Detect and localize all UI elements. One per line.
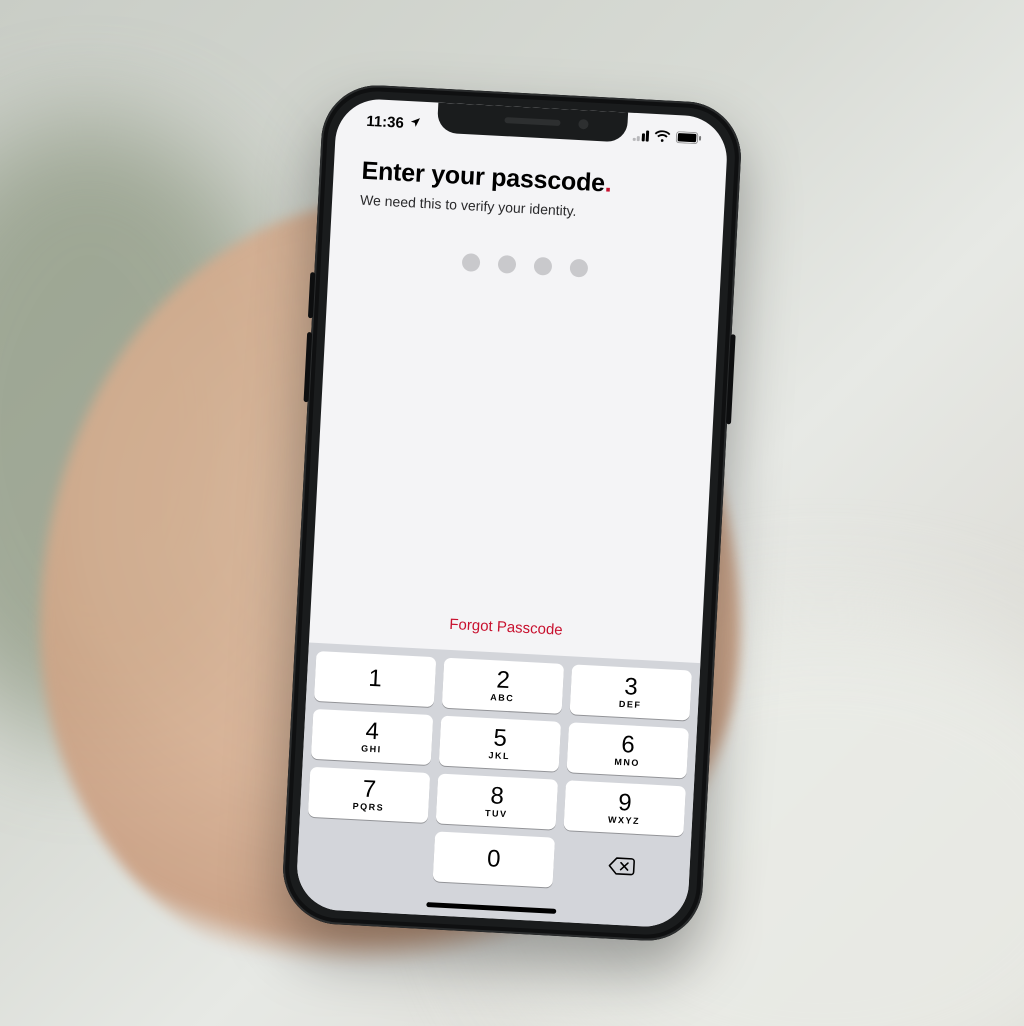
keypad-key-1[interactable]: 1 [314, 651, 436, 707]
key-letters: TUV [485, 809, 508, 819]
key-digit: 2 [496, 668, 511, 693]
key-letters: JKL [488, 751, 510, 761]
location-arrow-icon [408, 116, 421, 132]
keypad-key-2[interactable]: 2 ABC [442, 658, 564, 714]
key-digit: 8 [490, 784, 505, 809]
volume-up-button [308, 272, 315, 318]
keypad-key-3[interactable]: 3 DEF [570, 664, 692, 720]
key-digit: 4 [365, 720, 380, 745]
keypad-key-8[interactable]: 8 TUV [436, 773, 558, 829]
phone-frame: 11:36 [280, 83, 743, 944]
power-button [726, 334, 736, 424]
battery-full-icon [676, 131, 703, 144]
key-letters: GHI [361, 744, 382, 754]
title-period: . [604, 169, 612, 197]
key-letters: MNO [614, 758, 640, 768]
keypad-key-4[interactable]: 4 GHI [311, 709, 433, 765]
key-letters: WXYZ [608, 815, 640, 826]
keypad-key-7[interactable]: 7 PQRS [308, 767, 430, 823]
passcode-dots [357, 248, 693, 284]
keypad-spacer [305, 825, 427, 881]
passcode-dot [569, 259, 588, 278]
numeric-keypad: 1 2 ABC 3 DEF 4 GHI 5 J [295, 643, 700, 929]
key-digit: 6 [621, 733, 636, 758]
keypad-backspace-button[interactable] [560, 838, 682, 894]
passcode-dot [462, 253, 481, 272]
key-letters: DEF [619, 700, 642, 710]
key-digit: 7 [362, 778, 377, 803]
backspace-icon [607, 856, 636, 877]
keypad-key-0[interactable]: 0 [433, 831, 555, 887]
key-digit: 3 [624, 675, 639, 700]
key-letters: ABC [490, 693, 514, 703]
key-letters: PQRS [352, 802, 384, 813]
key-digit: 5 [493, 726, 508, 751]
keypad-key-9[interactable]: 9 WXYZ [563, 780, 685, 836]
passcode-dot [498, 255, 517, 274]
key-digit: 1 [368, 666, 383, 691]
passcode-dot [533, 257, 552, 276]
wifi-icon [654, 130, 672, 143]
key-digit: 9 [618, 791, 633, 816]
key-digit: 0 [487, 847, 502, 872]
cellular-signal-icon [632, 129, 649, 141]
keypad-key-6[interactable]: 6 MNO [567, 722, 689, 778]
title-text: Enter your passcode [361, 157, 606, 198]
screen: 11:36 [295, 97, 729, 928]
keypad-key-5[interactable]: 5 JKL [439, 716, 561, 772]
status-time: 11:36 [366, 112, 404, 131]
forgot-passcode-link[interactable]: Forgot Passcode [449, 616, 563, 639]
passcode-panel: Enter your passcode. We need this to ver… [309, 141, 727, 663]
